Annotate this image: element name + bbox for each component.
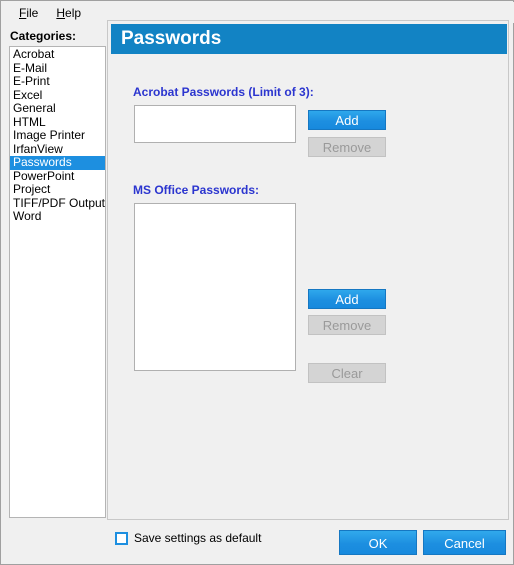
- ok-button[interactable]: OK: [339, 530, 417, 555]
- msoffice-clear-button[interactable]: Clear: [308, 363, 386, 383]
- category-item-general[interactable]: General: [10, 101, 105, 116]
- menu-item-help[interactable]: Help: [47, 4, 90, 22]
- msoffice-passwords-listbox[interactable]: [134, 203, 296, 371]
- category-item-tiff-pdf-output[interactable]: TIFF/PDF Output: [10, 196, 105, 211]
- acrobat-remove-button[interactable]: Remove: [308, 137, 386, 157]
- category-item-powerpoint[interactable]: PowerPoint: [10, 169, 105, 184]
- category-item-passwords[interactable]: Passwords: [10, 155, 105, 170]
- page-title: Passwords: [111, 24, 507, 54]
- acrobat-passwords-listbox[interactable]: [134, 105, 296, 143]
- save-settings-default-checkbox[interactable]: [115, 531, 128, 545]
- categories-listbox[interactable]: Acrobat E-Mail E-Print Excel General HTM…: [9, 46, 106, 518]
- categories-label: Categories:: [10, 29, 77, 43]
- msoffice-passwords-label: MS Office Passwords:: [133, 183, 260, 197]
- cancel-button[interactable]: Cancel: [423, 530, 506, 555]
- save-settings-default-label: Save settings as default: [134, 531, 262, 545]
- menu-help-rest: elp: [65, 5, 82, 20]
- settings-dialog: File Help Categories: Acrobat E-Mail E-P…: [0, 0, 514, 565]
- menu-file-rest: ile: [26, 5, 39, 20]
- save-settings-default-row[interactable]: Save settings as default: [115, 531, 261, 545]
- category-item-irfanview[interactable]: IrfanView: [10, 142, 105, 157]
- msoffice-remove-button[interactable]: Remove: [308, 315, 386, 335]
- category-item-html[interactable]: HTML: [10, 115, 105, 130]
- settings-panel: Passwords Acrobat Passwords (Limit of 3)…: [107, 20, 509, 520]
- acrobat-add-button[interactable]: Add: [308, 110, 386, 130]
- category-item-e-mail[interactable]: E-Mail: [10, 61, 105, 76]
- category-item-project[interactable]: Project: [10, 182, 105, 197]
- msoffice-add-button[interactable]: Add: [308, 289, 386, 309]
- menu-item-file[interactable]: File: [10, 4, 47, 22]
- category-item-excel[interactable]: Excel: [10, 88, 105, 103]
- category-item-e-print[interactable]: E-Print: [10, 74, 105, 89]
- category-item-acrobat[interactable]: Acrobat: [10, 47, 105, 62]
- menu-help-accel: H: [56, 5, 66, 20]
- acrobat-passwords-label: Acrobat Passwords (Limit of 3):: [133, 85, 314, 99]
- category-item-word[interactable]: Word: [10, 209, 105, 224]
- category-item-image-printer[interactable]: Image Printer: [10, 128, 105, 143]
- dialog-footer: Save settings as default OK Cancel: [107, 524, 509, 562]
